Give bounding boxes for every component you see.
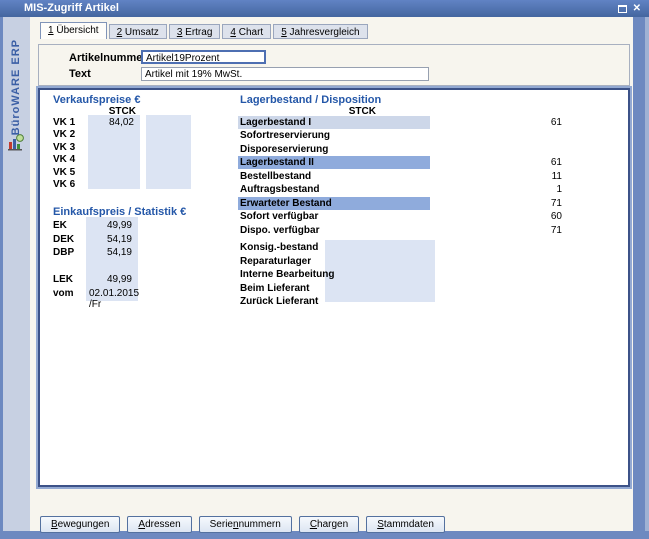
bottom-button-bar: Bewegungen Adressen Seriennummern Charge…	[40, 516, 445, 533]
app-window: MIS-Zugriff Artikel ✕ BüroWARE ERP 1 Übe…	[0, 0, 649, 539]
text-label: Text	[69, 68, 91, 80]
lager-row: Lagerbestand I61	[238, 116, 430, 129]
stammdaten-button[interactable]: Stammdaten	[366, 516, 445, 533]
bewegungen-button[interactable]: Bewegungen	[40, 516, 120, 533]
window-title: MIS-Zugriff Artikel	[24, 2, 119, 14]
verkauf-section-title: Verkaufspreise €	[53, 94, 140, 106]
konsig-label: Interne Bearbeitung	[240, 269, 334, 280]
konsig-label: Reparaturlager	[240, 256, 311, 267]
chargen-button[interactable]: Chargen	[299, 516, 359, 533]
tab-umsatz[interactable]: 2 Umsatz	[109, 24, 167, 39]
lager-row: Auftragsbestand1	[238, 183, 430, 196]
tab-jahresvergleich[interactable]: 5 Jahresvergleich	[273, 24, 367, 39]
lager-row: Lagerbestand II61	[238, 156, 430, 169]
close-icon[interactable]: ✕	[633, 4, 641, 14]
verkauf-value-box-2	[146, 115, 191, 189]
brand-sidebar: BüroWARE ERP	[3, 17, 30, 531]
seriennummern-button[interactable]: Seriennummern	[199, 516, 292, 533]
konsig-label: Zurück Lieferant	[240, 296, 318, 307]
tab-chart[interactable]: 4 Chart	[222, 24, 271, 39]
tab-strip: 1 Übersicht 2 Umsatz 3 Ertrag 4 Chart 5 …	[40, 22, 370, 39]
lager-row: Disporeservierung	[238, 143, 430, 156]
window-frame-right	[633, 17, 649, 531]
overview-panel: Verkaufspreise € STCK VK 184,02 VK 2 VK …	[38, 88, 630, 487]
lager-section-title: Lagerbestand / Disposition	[240, 94, 381, 106]
tab-uebersicht[interactable]: 1 Übersicht	[40, 22, 107, 39]
konsig-label: Beim Lieferant	[240, 283, 309, 294]
artikelnummer-label: Artikelnummer	[69, 52, 147, 64]
konsig-value-box	[325, 240, 435, 302]
titlebar: MIS-Zugriff Artikel ✕	[0, 0, 649, 17]
lager-row: Sofortreservierung	[238, 129, 430, 142]
chart-icon[interactable]	[7, 133, 27, 151]
article-header-group: Artikelnummer Artikel19Prozent Text Arti…	[38, 44, 630, 86]
artikelnummer-input[interactable]: Artikel19Prozent	[141, 50, 266, 64]
lager-row: Bestellbestand11	[238, 170, 430, 183]
konsig-label: Konsig.-bestand	[240, 242, 318, 253]
lager-row: Erwarteter Bestand71	[238, 197, 430, 210]
adressen-button[interactable]: Adressen	[127, 516, 191, 533]
lager-row: Sofort verfügbar60	[238, 210, 430, 223]
tab-ertrag[interactable]: 3 Ertrag	[169, 24, 221, 39]
brand-text: BüroWARE ERP	[10, 39, 22, 135]
lager-row: Dispo. verfügbar71	[238, 224, 430, 237]
text-input[interactable]: Artikel mit 19% MwSt.	[141, 67, 429, 81]
restore-icon[interactable]	[618, 5, 627, 13]
